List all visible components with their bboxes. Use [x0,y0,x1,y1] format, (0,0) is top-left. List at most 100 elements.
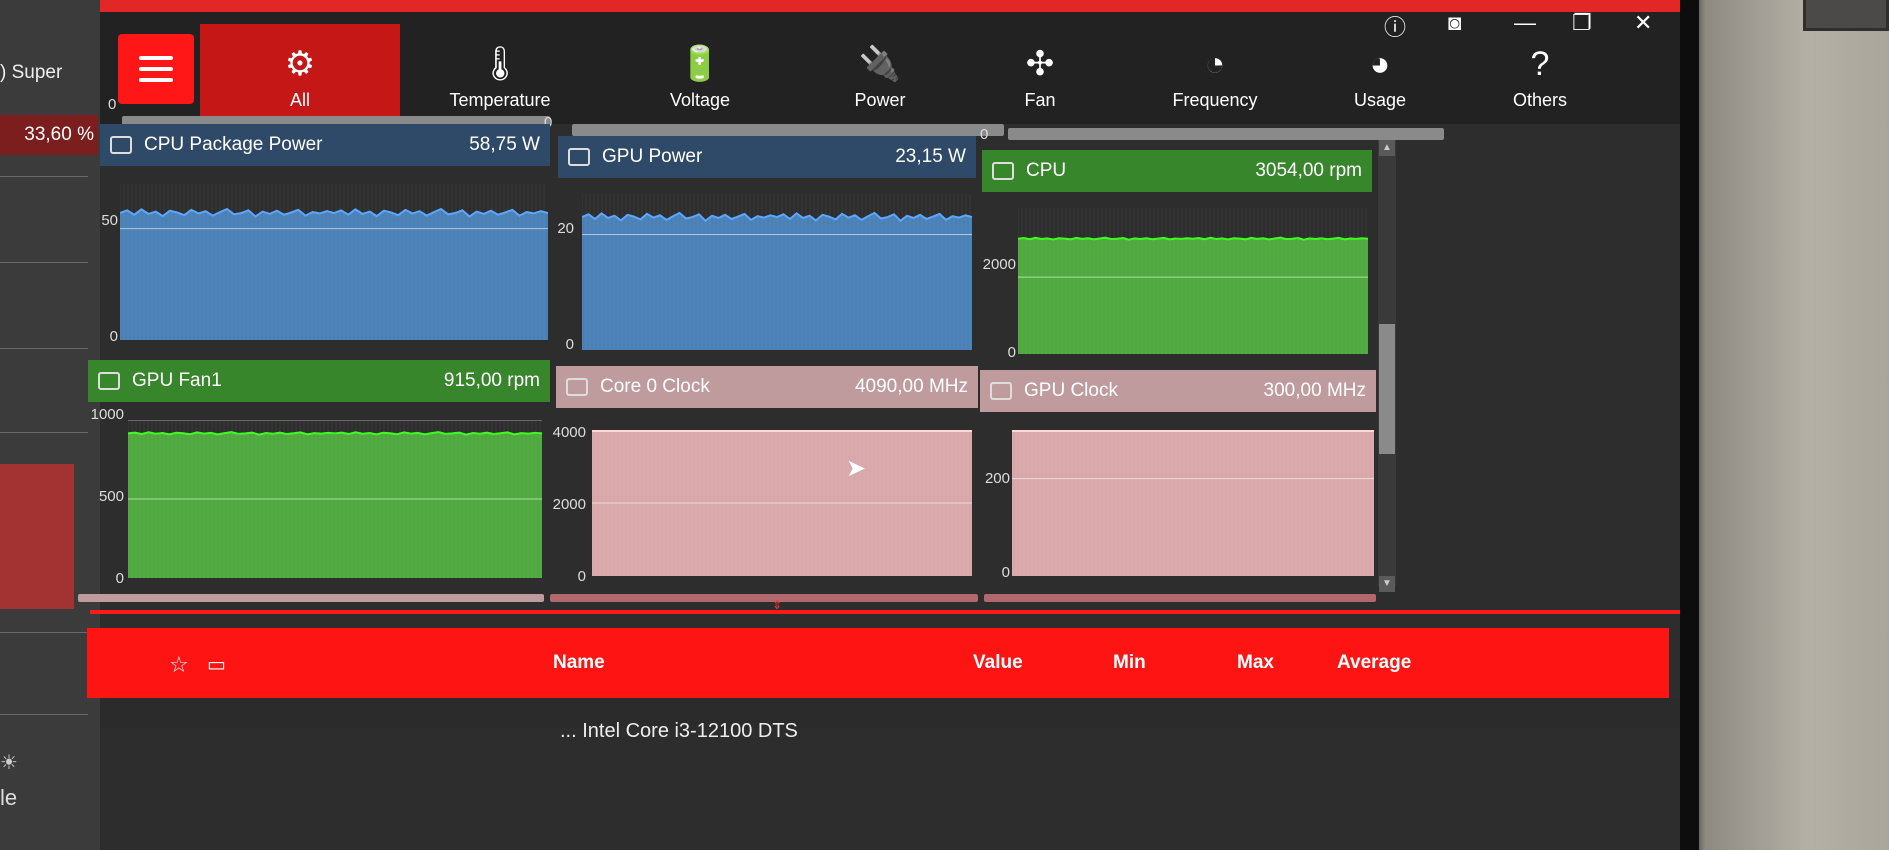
graph-area: 0 0 0 CPU Package Power 58,75 W 50 0 GPU… [78,96,1680,850]
y-tick: 0 [1007,344,1016,361]
previous-graph-bar [1008,128,1444,140]
graph-header-cpu-fan[interactable]: CPU 3054,00 rpm [982,150,1372,192]
gpu-icon [98,372,120,390]
graph-header-cpu-package-power[interactable]: CPU Package Power 58,75 W [100,124,550,166]
graph-value: 58,75 W [469,134,540,155]
info-icon[interactable]: ⓘ [1384,10,1406,42]
thermometer-water-icon: 🌡 [478,44,522,83]
graph-plot-core0-clock [592,430,972,576]
gpu-icon [990,382,1012,400]
graph-svg [1012,430,1374,576]
graph-value: 3054,00 rpm [1255,160,1362,181]
tab-label: All [289,89,310,110]
column-max[interactable]: Max [1237,652,1274,674]
divider [0,348,88,349]
y-tick: 500 [98,488,124,505]
tab-power[interactable]: 🔌 Power [810,24,950,132]
scroll-down-icon[interactable]: ▼ [1379,576,1395,592]
divider [0,714,88,715]
graph-header-gpu-fan1[interactable]: GPU Fan1 915,00 rpm [88,360,550,402]
axis-zero-label: 0 [980,126,989,143]
restore-icon[interactable]: ❐ [1572,10,1592,36]
table-row[interactable]: ... Intel Core i3-12100 DTS [560,720,798,743]
battery-bolt-icon: 🔋 [678,44,722,83]
graph-name: GPU Power [602,146,703,167]
graph-plot-gpu-power [582,194,972,350]
graph-name: CPU Package Power [144,134,323,155]
divider [0,176,88,177]
graph-svg [1018,208,1368,354]
tab-others[interactable]: ? Others [1470,24,1610,132]
graph-header-gpu-power[interactable]: GPU Power 23,15 W [558,136,976,178]
panel-splitter[interactable] [90,610,1680,614]
tab-label: Power [854,89,906,110]
graph-bottom-bar [984,594,1376,602]
tab-frequency[interactable]: ◔ Frequency [1130,24,1300,132]
wall-background [1689,0,1889,850]
graph-svg [582,194,972,350]
graph-bottom-bar [550,594,978,602]
tab-label: Frequency [1172,89,1258,110]
background-window-label: le [0,785,18,810]
column-value[interactable]: Value [973,652,1023,674]
tab-label: Usage [1353,89,1407,110]
graph-value: 915,00 rpm [443,370,540,391]
column-name[interactable]: Name [553,652,605,674]
graph-value: 4090,00 MHz [854,376,968,397]
cpu-icon [110,136,132,154]
graph-svg [592,430,972,576]
background-window-title: ) Super [0,62,63,83]
graph-scrollbar-thumb[interactable] [1379,324,1395,454]
y-tick: 20 [557,220,574,237]
graph-name: GPU Clock [1024,380,1118,401]
y-tick: 0 [565,336,574,353]
column-min[interactable]: Min [1113,652,1146,674]
graph-plot-gpu-clock [1012,430,1374,576]
tab-label: Fan [1024,89,1056,110]
speedometer-icon: ◔ [1204,44,1226,83]
tab-voltage[interactable]: 🔋 Voltage [630,24,770,132]
previous-graph-bar [572,124,1004,136]
gpu-icon [568,148,590,166]
fan-icon: ✣ [1025,44,1055,83]
favorite-star-icon[interactable]: ☆ [169,652,189,678]
divider [0,432,88,433]
graph-name: GPU Fan1 [132,370,222,391]
y-tick: 50 [101,212,118,229]
graph-header-core0-clock[interactable]: Core 0 Clock 4090,00 MHz [556,366,978,408]
graph-header-gpu-clock[interactable]: GPU Clock 300,00 MHz [980,370,1376,412]
y-tick: 2000 [982,256,1016,273]
close-icon[interactable]: ✕ [1634,10,1652,36]
hamburger-menu-button[interactable] [118,34,194,104]
scroll-up-icon[interactable]: ▲ [1379,140,1395,156]
question-circle-icon: ? [1530,44,1550,83]
graph-svg [128,420,542,578]
minimize-icon[interactable]: — [1514,10,1536,36]
mouse-cursor: ➤ [846,455,867,482]
y-tick: 0 [577,568,586,585]
tab-fan[interactable]: ✣ Fan [970,24,1110,132]
graph-value: 23,15 W [895,146,966,167]
graph-name: CPU [1026,160,1067,181]
tab-label: Voltage [669,89,731,110]
tab-usage[interactable]: ◕ Usage [1310,24,1450,132]
divider [0,262,88,263]
y-tick: 2000 [552,496,586,513]
y-tick: 0 [115,570,124,587]
wall-object [1803,0,1889,31]
axis-zero-label: 0 [108,96,117,113]
sensor-table-header: ☆ ▭ Name Value Min Max Average [87,628,1669,698]
nav-bar: ⚙ All 🌡 Temperature 🔋 Voltage 🔌 Power ✣ … [100,12,1680,132]
splitter-handle-icon[interactable]: ⇕ [772,598,782,612]
column-average[interactable]: Average [1337,652,1411,674]
cpu-icon [566,378,588,396]
y-tick: 200 [984,470,1010,487]
camera-icon[interactable]: ◙ [1448,10,1461,36]
graph-value: 300,00 MHz [1263,380,1366,401]
plug-icon: 🔌 [858,44,902,83]
graph-plot-gpu-fan1 [128,420,542,578]
wrench-gauge-icon: ⚙ [284,44,316,83]
monitor-app-window: ⚙ All 🌡 Temperature 🔋 Voltage 🔌 Power ✣ … [78,0,1680,850]
y-tick: 0 [109,328,118,345]
monitor-icon[interactable]: ▭ [207,652,226,677]
